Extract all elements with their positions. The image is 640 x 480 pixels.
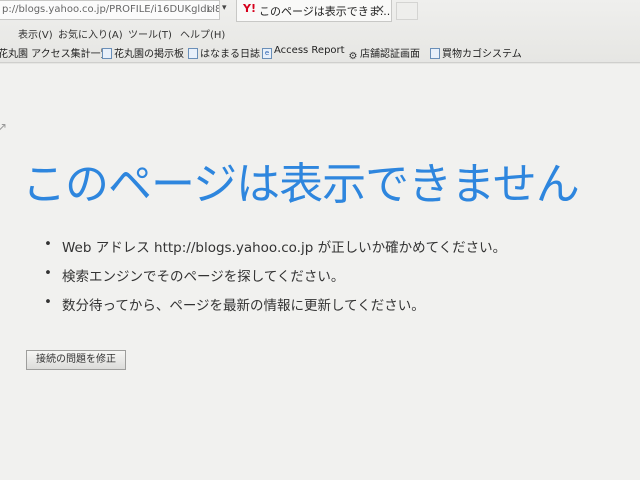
menu-help[interactable]: ヘルプ(H) [180, 26, 225, 41]
bullet-icon: • [44, 265, 52, 281]
ie-icon: e [262, 48, 272, 59]
menu-tools[interactable]: ツール(T) [128, 26, 172, 41]
bullet-icon: • [44, 294, 52, 310]
browser-chrome: p://blogs.yahoo.co.jp/PROFILE/i16DUKgldL… [0, 0, 640, 64]
favorite-link[interactable]: 花丸園 アクセス集計一覧 [0, 45, 111, 60]
favorite-label: はなまる日誌 [200, 49, 260, 60]
yahoo-icon: Y! [243, 2, 256, 15]
favorite-link[interactable]: 買物カゴシステム [430, 45, 522, 60]
tip-text: Web アドレス http://blogs.yahoo.co.jp が正しいか確… [62, 240, 507, 256]
bullet-icon: • [44, 236, 52, 252]
list-item: • 数分待ってから、ページを最新の情報に更新してください。 [42, 294, 506, 323]
address-row: p://blogs.yahoo.co.jp/PROFILE/i16DUKgldL… [0, 0, 640, 22]
search-icon[interactable]: ⌕ [207, 1, 214, 16]
tips-list: • Web アドレス http://blogs.yahoo.co.jp が正しい… [42, 236, 506, 323]
page-icon [188, 48, 198, 59]
tab-active[interactable]: Y! このページは表示できま... × [236, 0, 392, 22]
favorite-link[interactable]: はなまる日誌 [188, 45, 260, 60]
menu-view[interactable]: 表示(V) [18, 26, 53, 41]
close-icon[interactable]: × [375, 2, 385, 16]
page-icon [102, 48, 112, 59]
page-title: このページは表示できません [22, 159, 580, 210]
list-item: • 検索エンジンでそのページを探してください。 [42, 265, 506, 294]
chevron-down-icon[interactable]: ▾ [222, 3, 227, 13]
favorite-link[interactable]: ⚙ 店舗認証画面 [348, 45, 420, 63]
favorite-label: 花丸園 アクセス集計一覧 [0, 49, 111, 60]
favorites-bar: 花丸園 アクセス集計一覧 花丸園の掲示板 はなまる日誌 e Access Repo… [0, 42, 640, 63]
favorite-link[interactable]: e Access Report [262, 45, 345, 59]
favorite-label: 買物カゴシステム [442, 49, 522, 60]
address-bar[interactable]: p://blogs.yahoo.co.jp/PROFILE/i16DUKgldL… [0, 0, 220, 20]
menu-bar: 表示(V) お気に入り(A) ツール(T) ヘルプ(H) [0, 24, 640, 42]
gear-icon: ⚙ [348, 51, 358, 62]
favorite-link[interactable]: 花丸園の掲示板 [102, 45, 184, 60]
favorite-label: 店舗認証画面 [360, 49, 420, 60]
scroll-mark-icon: ↗ [0, 120, 8, 134]
fix-connection-button[interactable]: 接続の問題を修正 [26, 350, 126, 370]
menu-favorites[interactable]: お気に入り(A) [58, 26, 123, 41]
page-icon [430, 48, 440, 59]
tab-label: このページは表示できま... [259, 5, 391, 18]
favorite-label: Access Report [274, 45, 345, 56]
tip-text: 数分待ってから、ページを最新の情報に更新してください。 [62, 298, 425, 314]
favorite-label: 花丸園の掲示板 [114, 49, 184, 60]
list-item: • Web アドレス http://blogs.yahoo.co.jp が正しい… [42, 236, 506, 265]
tip-text: 検索エンジンでそのページを探してください。 [62, 269, 345, 285]
new-tab-button[interactable] [396, 2, 418, 20]
